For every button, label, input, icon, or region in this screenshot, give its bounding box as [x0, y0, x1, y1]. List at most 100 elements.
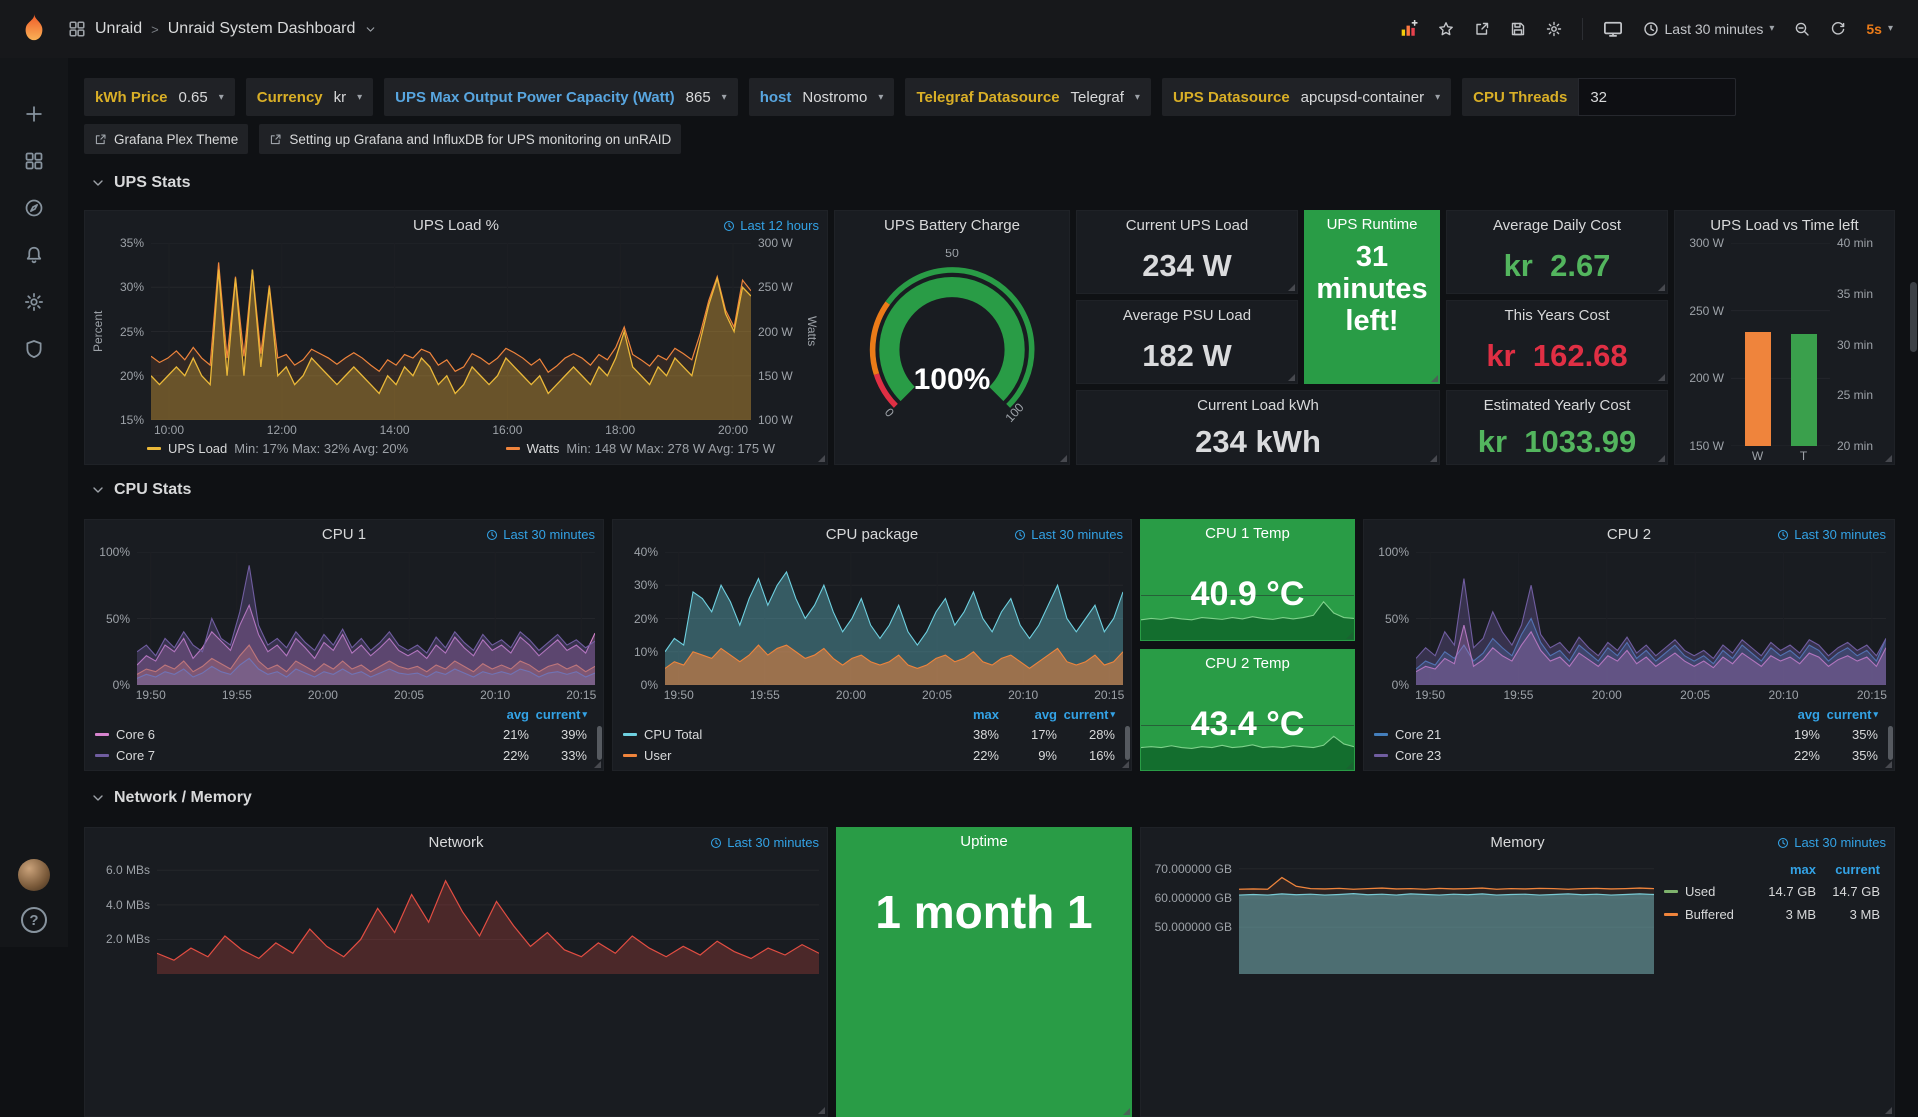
time-range-picker[interactable]: Last 30 minutes ▾: [1636, 15, 1782, 43]
ups-load-chart: Percent 35%30%25%20%15% 300 W250 W200 W1…: [91, 243, 819, 438]
panel-title[interactable]: Current UPS Load: [1126, 217, 1249, 234]
panel-estimated-yearly-cost: Estimated Yearly Cost kr 1033.99: [1446, 390, 1668, 465]
y-axis-left: 6.0 MBs4.0 MBs2.0 MBs: [91, 860, 157, 974]
variable-label: CPU Threads: [1473, 89, 1567, 106]
refresh-interval-picker[interactable]: 5s ▾: [1859, 15, 1900, 43]
legend-header: max avg current▾: [613, 704, 1131, 724]
legend-sort-max[interactable]: max: [941, 707, 999, 722]
panel-title[interactable]: UPS Battery Charge: [884, 217, 1020, 234]
add-panel-button[interactable]: [1393, 14, 1425, 44]
legend-sort-avg[interactable]: avg: [999, 707, 1057, 722]
grafana-logo[interactable]: [0, 12, 68, 46]
breadcrumb-folder[interactable]: Unraid: [95, 20, 142, 38]
series-swatch: [1664, 913, 1678, 916]
chart-plot[interactable]: [1416, 552, 1886, 685]
series-toggle[interactable]: User: [644, 748, 941, 763]
series-toggle[interactable]: Core 7: [116, 748, 471, 763]
section-cpu-stats[interactable]: CPU Stats: [90, 481, 191, 499]
caret-down-icon: ▾: [878, 92, 883, 103]
legend-sort-current[interactable]: current: [1816, 862, 1880, 877]
link-grafana-plex-theme[interactable]: Grafana Plex Theme: [84, 124, 248, 154]
legend-sort-current[interactable]: current▾: [1057, 707, 1115, 722]
panel-title[interactable]: UPS Load %: [413, 217, 499, 234]
chart-plot[interactable]: [137, 552, 595, 685]
panel-title[interactable]: CPU 2: [1607, 526, 1651, 543]
cycle-view-mode-button[interactable]: [1596, 13, 1630, 45]
series-toggle[interactable]: Core 6: [116, 727, 471, 742]
dashboard-settings-button[interactable]: [1539, 15, 1569, 43]
panel-time-range: Last 12 hours: [723, 218, 819, 233]
chevron-down-icon[interactable]: [364, 23, 377, 36]
legend-sort-avg[interactable]: avg: [471, 707, 529, 722]
series-toggle[interactable]: Core 23: [1395, 748, 1762, 763]
panel-title[interactable]: Uptime: [960, 833, 1008, 850]
series-toggle[interactable]: Used: [1685, 884, 1752, 899]
sidebar-item-alerting[interactable]: [24, 245, 44, 265]
series-toggle[interactable]: Watts: [527, 441, 560, 456]
sidebar-item-server-admin[interactable]: [24, 339, 44, 359]
panel-title[interactable]: CPU package: [826, 526, 919, 543]
panel-title[interactable]: Average Daily Cost: [1493, 217, 1621, 234]
cpu-threads-input[interactable]: [1578, 78, 1736, 116]
variable-telegraf-datasource[interactable]: Telegraf Datasource Telegraf ▾: [905, 78, 1151, 116]
section-network-memory[interactable]: Network / Memory: [90, 789, 252, 807]
variable-currency[interactable]: Currency kr ▾: [246, 78, 373, 116]
zoom-out-button[interactable]: [1787, 15, 1817, 43]
series-toggle[interactable]: Core 21: [1395, 727, 1762, 742]
panel-title[interactable]: Average PSU Load: [1123, 307, 1251, 324]
legend-sort-current[interactable]: current▾: [529, 707, 587, 722]
panel-title[interactable]: This Years Cost: [1504, 307, 1609, 324]
legend-scrollbar[interactable]: [597, 726, 602, 760]
page-scrollbar[interactable]: [1910, 282, 1917, 352]
bar-plot[interactable]: [1731, 243, 1830, 446]
legend-sort-current[interactable]: current▾: [1820, 707, 1878, 722]
panel-title[interactable]: CPU 1: [322, 526, 366, 543]
panel-title[interactable]: CPU 2 Temp: [1205, 655, 1290, 672]
series-swatch: [506, 447, 520, 450]
panel-title[interactable]: Current Load kWh: [1197, 397, 1319, 414]
x-axis: [157, 974, 819, 992]
panel-title[interactable]: UPS Load vs Time left: [1710, 217, 1858, 234]
variable-kwh-price[interactable]: kWh Price 0.65 ▾: [84, 78, 235, 116]
refresh-button[interactable]: [1823, 15, 1853, 43]
stat-value: 31 minutes left!: [1304, 242, 1440, 384]
legend: max avg current▾ CPU Total 38% 17% 28% U…: [613, 704, 1131, 770]
chart-plot[interactable]: [665, 552, 1123, 685]
share-dashboard-button[interactable]: [1467, 15, 1497, 43]
section-ups-stats[interactable]: UPS Stats: [90, 174, 190, 192]
user-avatar[interactable]: [18, 859, 50, 891]
panel-title[interactable]: CPU 1 Temp: [1205, 525, 1290, 542]
stat-value: kr 2.67: [1504, 248, 1611, 284]
variable-ups-max-power[interactable]: UPS Max Output Power Capacity (Watt) 865…: [384, 78, 738, 116]
legend-sort-max[interactable]: max: [1752, 862, 1816, 877]
link-ups-monitoring-guide[interactable]: Setting up Grafana and InfluxDB for UPS …: [259, 124, 681, 154]
variable-ups-datasource[interactable]: UPS Datasource apcupsd-container ▾: [1162, 78, 1451, 116]
sidebar-item-configuration[interactable]: [24, 292, 44, 312]
caret-down-icon: ▾: [1769, 24, 1774, 34]
sidebar-item-explore[interactable]: [24, 198, 44, 218]
panel-cpu-1-temp: CPU 1 Temp 40.9 °C: [1140, 519, 1355, 641]
legend-scrollbar[interactable]: [1888, 726, 1893, 760]
panel-ups-battery-charge: UPS Battery Charge 050100 100%: [834, 210, 1070, 465]
variable-label: Telegraf Datasource: [916, 89, 1059, 106]
series-toggle[interactable]: Buffered: [1685, 907, 1752, 922]
panel-title[interactable]: Estimated Yearly Cost: [1484, 397, 1631, 414]
sidebar-item-dashboards[interactable]: [24, 151, 44, 171]
help-button[interactable]: ?: [21, 907, 47, 933]
star-dashboard-button[interactable]: [1431, 15, 1461, 43]
breadcrumb-dashboard-title[interactable]: Unraid System Dashboard: [168, 20, 356, 38]
save-dashboard-button[interactable]: [1503, 15, 1533, 43]
panel-title[interactable]: UPS Runtime: [1327, 216, 1418, 233]
chart-plot[interactable]: [151, 243, 751, 420]
chart-plot[interactable]: [157, 860, 819, 974]
section-title: CPU Stats: [114, 481, 191, 499]
variable-host[interactable]: host Nostromo ▾: [749, 78, 895, 116]
series-toggle[interactable]: UPS Load: [168, 441, 227, 456]
panel-title[interactable]: Memory: [1490, 834, 1544, 851]
chart-plot[interactable]: [1239, 860, 1654, 974]
series-toggle[interactable]: CPU Total: [644, 727, 941, 742]
legend-scrollbar[interactable]: [1125, 726, 1130, 760]
legend-sort-avg[interactable]: avg: [1762, 707, 1820, 722]
sidebar-item-create[interactable]: [24, 104, 44, 124]
panel-title[interactable]: Network: [428, 834, 483, 851]
